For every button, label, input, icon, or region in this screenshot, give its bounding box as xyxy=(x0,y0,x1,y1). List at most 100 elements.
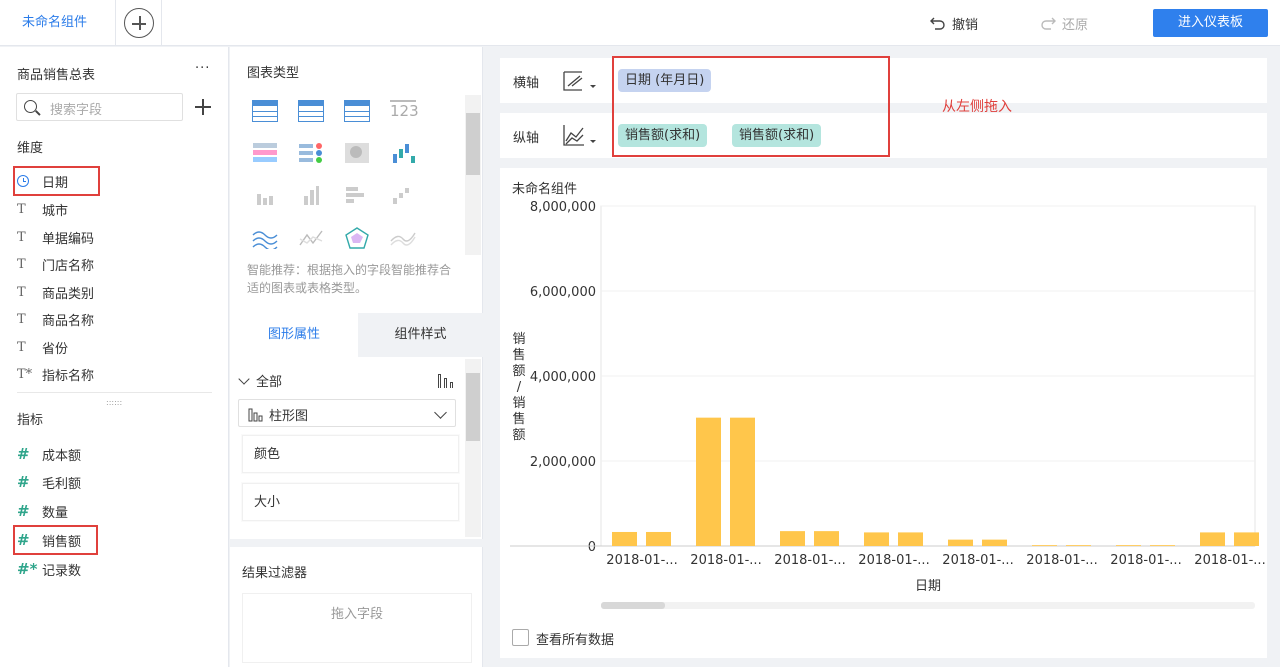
y-axis-title-char: 售 xyxy=(512,411,525,427)
highlight-box-date xyxy=(13,166,100,196)
bar xyxy=(1116,545,1141,546)
redo-button[interactable]: 还原 xyxy=(1040,13,1088,33)
x-tick-label: 2018-01-... xyxy=(1026,553,1097,568)
scrollbar-thumb[interactable] xyxy=(466,373,480,441)
chart-types-title: 图表类型 xyxy=(247,66,300,81)
measures-title: 指标 xyxy=(17,413,44,428)
filter-drop-zone[interactable]: 拖入字段 xyxy=(242,593,472,663)
bar xyxy=(1032,545,1057,546)
bar xyxy=(814,531,839,546)
bar xyxy=(1234,532,1259,546)
more-icon[interactable]: ··· xyxy=(195,61,210,76)
cross-table-icon[interactable] xyxy=(344,100,370,122)
highlight-box-sales xyxy=(13,525,98,555)
field-measure-cost[interactable]: # 成本额 xyxy=(17,444,81,464)
bar-chart-icon[interactable] xyxy=(344,184,370,206)
bar xyxy=(1150,545,1175,546)
waterfall-chart-icon[interactable] xyxy=(390,142,416,164)
field-label: 数量 xyxy=(42,505,69,521)
property-size[interactable]: 大小 xyxy=(242,483,459,521)
resize-handle-icon[interactable]: :::::: xyxy=(106,398,122,407)
enter-dashboard-button[interactable]: 进入仪表板 xyxy=(1153,9,1268,37)
x-tick-label: 2018-01-... xyxy=(774,553,845,568)
undo-label: 撤销 xyxy=(952,17,979,33)
field-dimension-city[interactable]: T 城市 xyxy=(17,199,68,219)
undo-button[interactable]: 撤销 xyxy=(930,13,978,33)
bar xyxy=(612,531,637,546)
field-dimension-province[interactable]: T 省份 xyxy=(17,337,68,357)
y-axis-title-char: 售 xyxy=(512,347,525,363)
chart-panel: 未命名组件 8,000,000 6,000,000 4,000,000 2,000,0… xyxy=(500,168,1267,658)
heat-map-icon[interactable] xyxy=(344,142,370,164)
text-field-icon: T xyxy=(17,201,26,217)
tab-graphic-properties[interactable]: 图形属性 xyxy=(230,313,358,357)
add-tab-button[interactable] xyxy=(116,0,162,46)
stepped-bar-icon[interactable] xyxy=(390,184,416,206)
field-label: 单据编码 xyxy=(42,231,95,247)
field-measure-profit[interactable]: # 毛利额 xyxy=(17,472,81,492)
bar xyxy=(898,532,923,546)
field-dimension-category[interactable]: T 商品类别 xyxy=(17,282,94,302)
redo-label: 还原 xyxy=(1062,17,1089,33)
y-axis-title-char: 额 xyxy=(512,364,525,379)
chart-types-scrollbar[interactable] xyxy=(465,95,481,255)
field-dimension-doc-code[interactable]: T 单据编码 xyxy=(17,227,94,247)
plus-circle-icon xyxy=(124,8,154,38)
y-axis-type-icon[interactable] xyxy=(562,123,598,149)
indicator-table-icon[interactable] xyxy=(298,142,324,164)
bar-chart: 8,000,0006,000,0004,000,0002,000,0000销售额… xyxy=(510,200,1266,609)
number-field-icon: # xyxy=(17,502,30,520)
x-tick-label: 2018-01-... xyxy=(858,553,929,568)
column-type-icon xyxy=(438,372,456,388)
table-icon[interactable] xyxy=(252,100,278,122)
y-tick-label: 2,000,000 xyxy=(530,455,596,470)
tab-component-style[interactable]: 组件样式 xyxy=(358,313,483,357)
tab-unnamed-component[interactable]: 未命名组件 xyxy=(0,0,116,46)
stream-chart-icon[interactable] xyxy=(390,227,416,249)
field-measure-record-count[interactable]: #* 记录数 xyxy=(17,559,81,579)
all-section-toggle[interactable]: 全部 xyxy=(238,371,282,390)
grouped-table-icon[interactable] xyxy=(298,100,324,122)
bar xyxy=(696,417,721,546)
scrollbar-thumb[interactable] xyxy=(466,113,480,175)
search-input[interactable]: 搜索字段 xyxy=(16,93,183,121)
result-filter-section: 结果过滤器 拖入字段 xyxy=(230,539,483,667)
x-tick-label: 2018-01-... xyxy=(1110,553,1181,568)
properties-scrollbar[interactable] xyxy=(465,359,481,537)
bar xyxy=(948,539,973,546)
kpi-number-icon[interactable]: 123 xyxy=(390,100,419,122)
y-axis-title-char: 销 xyxy=(512,396,525,411)
view-all-data-label: 查看所有数据 xyxy=(536,633,615,648)
field-dimension-metric-name[interactable]: T* 指标名称 xyxy=(17,364,94,384)
panel-divider xyxy=(17,392,212,393)
add-field-icon[interactable] xyxy=(195,99,211,115)
x-axis-label: 横轴 xyxy=(513,76,540,91)
radar-chart-icon[interactable] xyxy=(344,227,370,249)
y-tick-label: 8,000,000 xyxy=(530,200,596,215)
chart-type-select[interactable]: 柱形图 xyxy=(238,399,456,427)
text-field-icon: T xyxy=(17,311,26,327)
view-all-data-checkbox[interactable] xyxy=(512,629,529,646)
x-axis-type-icon[interactable] xyxy=(562,68,598,94)
area-chart-icon[interactable] xyxy=(252,227,278,249)
redo-icon xyxy=(1041,17,1056,30)
chart-scrollbar-thumb xyxy=(601,602,665,609)
number-field-icon: # xyxy=(17,473,30,491)
text-field-icon: T xyxy=(17,256,26,272)
field-dimension-store[interactable]: T 门店名称 xyxy=(17,254,94,274)
colored-table-icon[interactable] xyxy=(252,142,278,164)
x-axis-title: 日期 xyxy=(915,579,941,594)
x-tick-label: 2018-01-... xyxy=(690,553,761,568)
field-measure-quantity[interactable]: # 数量 xyxy=(17,501,68,521)
line-chart-icon[interactable] xyxy=(298,227,324,249)
field-dimension-product[interactable]: T 商品名称 xyxy=(17,309,94,329)
grouped-column-icon[interactable] xyxy=(298,184,324,206)
column-chart-icon xyxy=(248,408,263,422)
property-tabs: 图形属性 组件样式 xyxy=(230,313,483,357)
field-label: 省份 xyxy=(42,341,69,357)
dimensions-title: 维度 xyxy=(17,141,44,156)
y-tick-label: 4,000,000 xyxy=(530,370,596,385)
property-color[interactable]: 颜色 xyxy=(242,435,459,473)
column-chart-icon[interactable] xyxy=(252,184,278,206)
drag-hint-annotation: 从左侧拖入 xyxy=(942,99,1012,115)
